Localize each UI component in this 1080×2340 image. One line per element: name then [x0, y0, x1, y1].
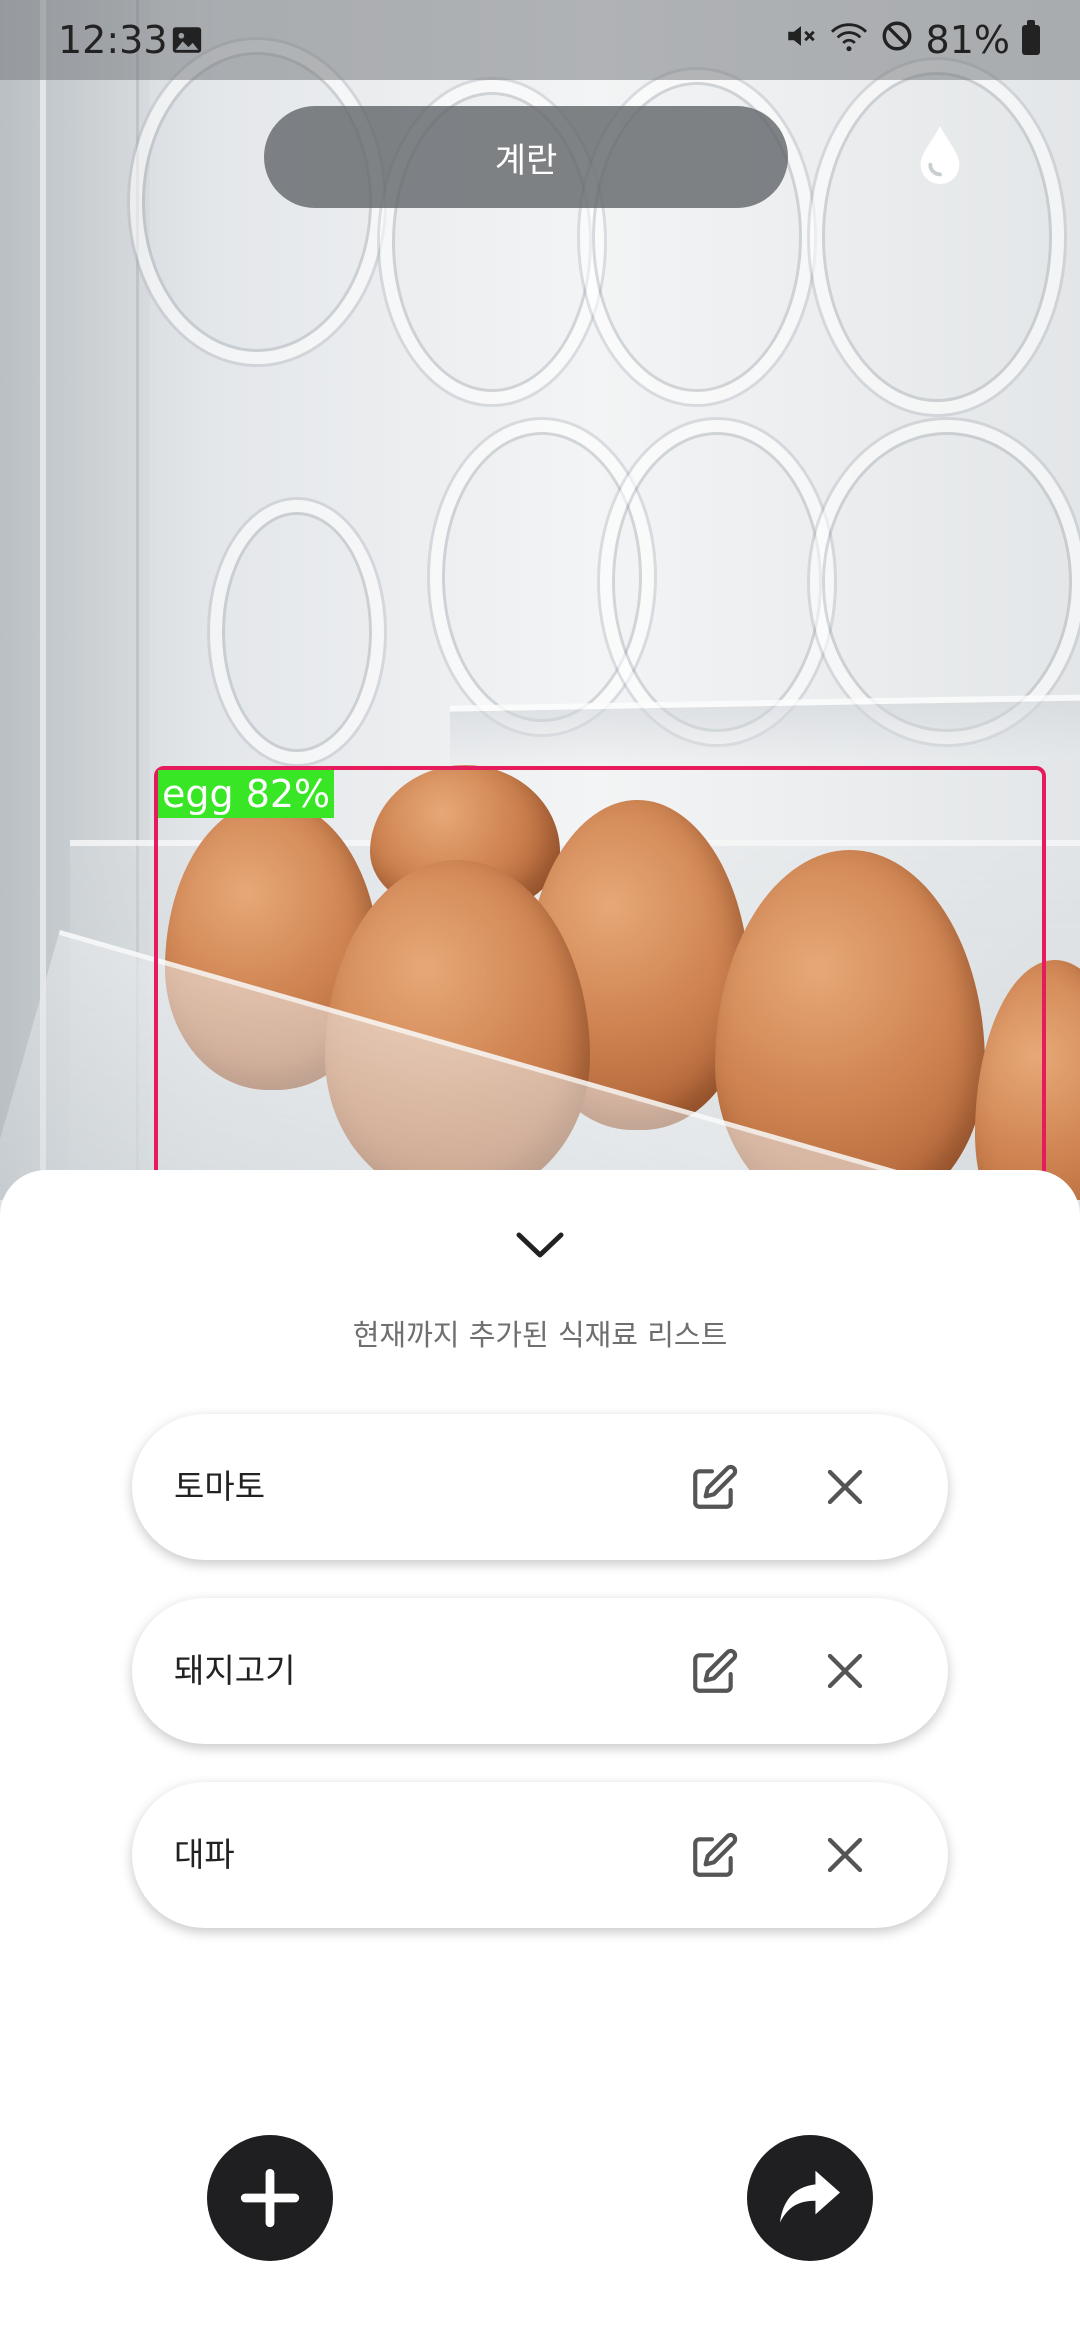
edit-icon: [693, 1832, 738, 1877]
sheet-title: 현재까지 추가된 식재료 리스트: [352, 1318, 728, 1352]
ingredient-sheet: 현재까지 추가된 식재료 리스트 토마토 돼지고기 대파: [0, 1170, 1080, 2340]
detected-label-text: 계란: [494, 140, 558, 181]
status-bar: 12:33 81%: [0, 0, 1080, 80]
detected-label-pill[interactable]: 계란: [264, 106, 788, 208]
egg-holder-ring: [600, 420, 834, 744]
mute-icon: [784, 18, 818, 62]
wifi-icon: [830, 18, 868, 62]
detection-box: [154, 766, 1046, 1200]
do-not-disturb-icon: [880, 18, 914, 62]
close-icon: [827, 1653, 863, 1689]
ingredient-item: 토마토: [132, 1414, 948, 1560]
egg-holder-ring: [210, 500, 384, 764]
status-time: 12:33: [58, 18, 168, 62]
battery-icon: [1022, 20, 1040, 55]
ingredient-name: 토마토: [174, 1467, 266, 1506]
water-drop-icon: [920, 125, 960, 185]
delete-button[interactable]: [822, 1648, 868, 1694]
ingredient-item: 돼지고기: [132, 1598, 948, 1744]
battery-text: 81%: [925, 18, 1010, 62]
collapse-button[interactable]: [505, 1220, 575, 1270]
ingredient-name: 대파: [174, 1835, 235, 1874]
water-drop-button[interactable]: [900, 110, 980, 200]
edit-button[interactable]: [688, 1646, 740, 1698]
edit-icon: [693, 1648, 738, 1693]
delete-button[interactable]: [822, 1464, 868, 1510]
close-icon: [827, 1469, 863, 1505]
ingredient-name: 돼지고기: [174, 1651, 296, 1690]
delete-button[interactable]: [822, 1832, 868, 1878]
edit-button[interactable]: [688, 1462, 740, 1514]
add-ingredient-button[interactable]: [207, 2135, 333, 2261]
share-button[interactable]: [747, 2135, 873, 2261]
edit-button[interactable]: [688, 1830, 740, 1882]
chevron-down-icon: [516, 1232, 564, 1258]
edit-icon: [693, 1464, 738, 1509]
forward-arrow-icon: [780, 2170, 840, 2223]
plus-icon: [240, 2168, 300, 2228]
close-icon: [827, 1837, 863, 1873]
egg-shelf: [450, 694, 1080, 772]
image-icon: [170, 22, 204, 66]
detection-label: egg 82%: [158, 770, 335, 818]
ingredient-item: 대파: [132, 1782, 948, 1928]
